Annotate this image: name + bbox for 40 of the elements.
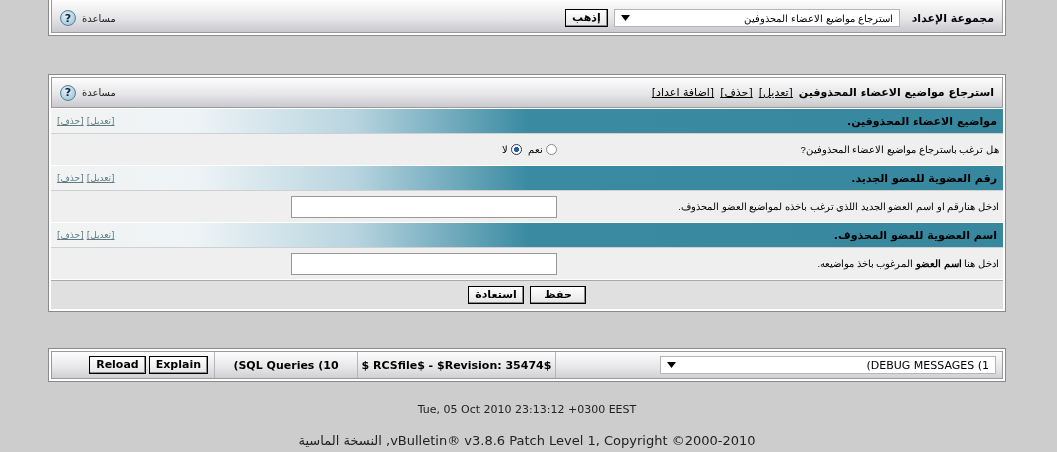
option-description: ادخل هنارقم او اسم العضو الجديد اللذي ترغب باخذه لمواضيع العضو المحذوف. xyxy=(678,201,999,212)
help-icon[interactable]: ? xyxy=(60,84,76,101)
section-title: رقم العضوية للعضو الجديد. xyxy=(851,171,997,185)
input-field[interactable] xyxy=(291,252,557,275)
form-button[interactable]: حفظ xyxy=(530,286,586,304)
section-link[interactable]: [تعديل] xyxy=(86,116,115,126)
section-link[interactable]: [حذف] xyxy=(57,173,84,183)
setting-title: استرجاع مواضيع الاعضاء المحذوفين xyxy=(798,86,994,99)
query-count: (SQL Queries (10 xyxy=(233,358,339,372)
copyright-text: النسخة الماسية ,vBulletin® v3.8.6 Patch Level 1, Copyright ©2000-2010 xyxy=(298,433,756,448)
input-field[interactable] xyxy=(291,195,557,218)
option-description: هل ترغب باسترجاع مواضيع الاعضاء المحذوفين? xyxy=(800,144,999,155)
radio-label: لا xyxy=(502,144,508,155)
radio-button[interactable] xyxy=(546,144,557,155)
section-link[interactable]: [حذف] xyxy=(57,116,84,126)
help-icon[interactable]: ? xyxy=(60,10,76,26)
debug-button[interactable]: Reload xyxy=(89,356,146,374)
go-button[interactable]: إذهب xyxy=(565,9,608,27)
help-link[interactable]: مساعدة xyxy=(82,12,116,24)
form-button[interactable]: استعادة xyxy=(468,286,524,304)
option-description: ادخل هنا اسم العضو المرغوب باخذ مواضيعه. xyxy=(817,258,999,269)
section-link[interactable]: [حذف] xyxy=(57,230,84,240)
settings-group-label: مجموعة الإعداد xyxy=(911,11,994,25)
section-title: مواضيع الاعضاء المحذوفين. xyxy=(847,114,997,128)
section-link[interactable]: [تعديل] xyxy=(86,230,115,240)
caret-icon xyxy=(667,362,676,368)
header-link[interactable]: [اضافة اعداد] xyxy=(651,86,715,99)
header-link[interactable]: [تعديل] xyxy=(758,86,793,99)
section-title: اسم العضوية للعضو المحذوف. xyxy=(833,228,997,242)
settings-group-select[interactable]: استرجاع مواضيع الاعضاء المحذوفين xyxy=(613,9,900,27)
debug-messages-select[interactable]: (DEBUG MESSAGES (1 xyxy=(660,356,996,374)
help-link[interactable]: مساعدة xyxy=(82,87,116,98)
caret-icon xyxy=(620,15,630,21)
radio-button[interactable] xyxy=(511,144,522,155)
debug-button[interactable]: Explain xyxy=(148,356,208,374)
radio-label: نعم xyxy=(528,144,543,155)
header-link[interactable]: [حذف] xyxy=(720,86,753,99)
section-link[interactable]: [تعديل] xyxy=(86,173,115,183)
timestamp: Tue, 05 Oct 2010 23:13:12 +0300 EEST xyxy=(417,403,637,416)
revision-text: $ RCSfile$ - $Revision: 35474$ xyxy=(361,358,552,372)
